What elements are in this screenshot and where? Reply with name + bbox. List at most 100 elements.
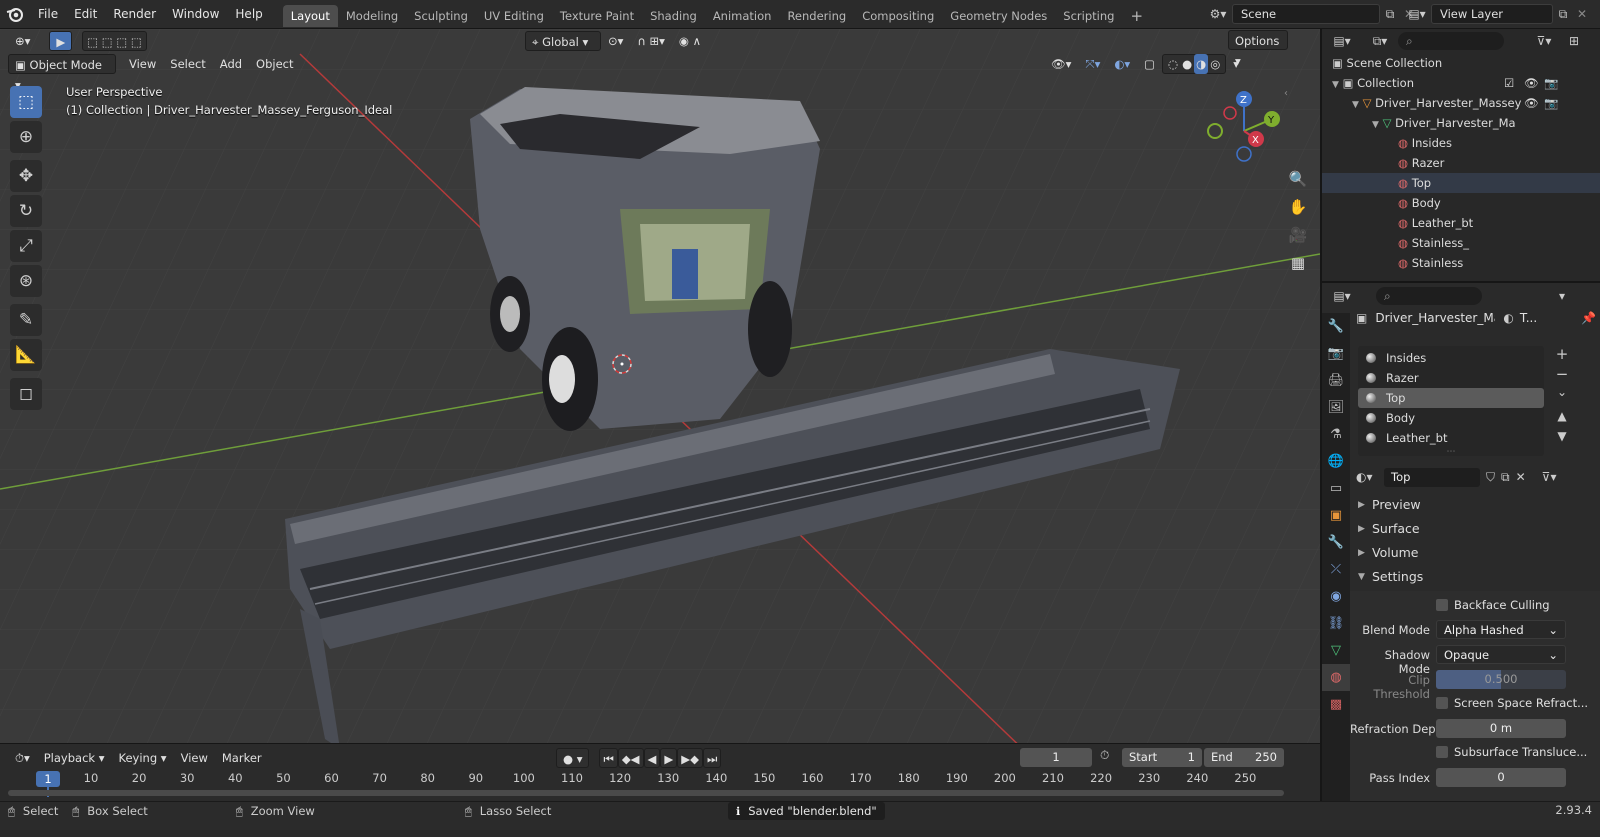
select-mode-icon[interactable]: ▶ — [49, 31, 73, 51]
collapse-sidebar-icon[interactable]: ‹ — [1284, 88, 1288, 99]
properties-editor-icon[interactable]: ▤▾ — [1322, 289, 1362, 303]
visibility-eye-icon[interactable]: 👁 — [1524, 73, 1539, 93]
render-camera-icon[interactable]: 📷 — [1544, 93, 1558, 113]
object-mode-dropdown[interactable]: ▣ Object Mode ▾ — [8, 54, 116, 92]
constraints-tab-icon[interactable]: ⛓ — [1322, 610, 1350, 637]
outliner-row-material[interactable]: ◍ Razer — [1322, 153, 1600, 173]
menu-select[interactable]: Select — [163, 54, 212, 74]
scene-tab-icon[interactable]: ⚗ — [1322, 421, 1350, 448]
add-slot-button[interactable]: + — [1550, 345, 1574, 365]
material-shading-icon[interactable]: ◑ — [1194, 54, 1209, 74]
3d-viewport[interactable]: ⊕▾ ▶ ⬚ ⬚ ⬚ ⬚ ⌖ Global ▾ ⊙▾ ∩ ⊞▾ ◉ ∧ Opti… — [0, 29, 1320, 756]
transform-tool-icon[interactable]: ⊛ — [10, 265, 42, 297]
material-slot-item[interactable]: Body — [1358, 408, 1544, 428]
scene-icon[interactable]: ⚙▾ — [1204, 7, 1232, 21]
outliner-search-input[interactable]: ⌕ — [1398, 32, 1504, 50]
outliner-row-scene-collection[interactable]: ▣ Scene Collection — [1322, 53, 1600, 73]
screen-space-refraction-checkbox[interactable]: Screen Space Refract... — [1436, 696, 1588, 710]
expand-arrow-icon[interactable]: ▼ — [1352, 100, 1359, 110]
particles-tab-icon[interactable]: ⤫ — [1322, 556, 1350, 583]
jump-keyframe-forward-icon[interactable]: ▶◆ — [677, 748, 703, 768]
refraction-depth-field[interactable]: 0 m — [1436, 719, 1566, 738]
material-tab-icon[interactable]: ◍ — [1322, 664, 1350, 691]
render-tab-icon[interactable]: 📷 — [1322, 340, 1350, 367]
new-view-layer-icon[interactable]: ⧉ — [1553, 7, 1573, 22]
scale-tool-icon[interactable]: ⤢ — [10, 230, 42, 262]
slot-specials-icon[interactable]: ⌄ — [1550, 385, 1574, 409]
outliner-row-material[interactable]: ◍ Top — [1322, 173, 1600, 193]
material-name-field[interactable]: Top — [1384, 467, 1480, 487]
outliner-editor-icon[interactable]: ▤▾ — [1322, 34, 1362, 48]
menu-object[interactable]: Object — [249, 54, 300, 74]
end-frame-field[interactable]: End 250 — [1204, 748, 1284, 767]
collection-tab-icon[interactable]: ▭ — [1322, 475, 1350, 502]
material-slot-item[interactable]: Insides — [1358, 348, 1544, 368]
render-camera-icon[interactable]: 📷 — [1544, 73, 1558, 93]
physics-tab-icon[interactable]: ◉ — [1322, 583, 1350, 610]
expand-arrow-icon[interactable]: ▼ — [1372, 120, 1379, 130]
menu-help[interactable]: Help — [227, 0, 270, 29]
list-resize-handle[interactable]: ⋯ — [1358, 448, 1544, 457]
tab-uv-editing[interactable]: UV Editing — [476, 5, 552, 27]
outliner-row-material[interactable]: ◍ Leather_bt — [1322, 213, 1600, 233]
editor-type-icon[interactable]: ⊕▾ — [8, 31, 37, 51]
blender-logo-icon[interactable] — [0, 0, 30, 29]
display-mode-icon[interactable]: ⧉▾ — [1362, 34, 1398, 49]
shadow-mode-dropdown[interactable]: Opaque ⌄ — [1436, 645, 1566, 664]
camera-view-icon[interactable]: 🎥 — [1284, 221, 1312, 249]
world-tab-icon[interactable]: 🌐 — [1322, 448, 1350, 475]
transform-orientation-dropdown[interactable]: ⌖ Global ▾ — [525, 31, 601, 51]
tab-scripting[interactable]: Scripting — [1055, 5, 1122, 27]
material-slot-item[interactable]: Leather_bt — [1358, 428, 1544, 448]
current-frame-field[interactable]: 1 — [1020, 748, 1092, 767]
playhead-marker[interactable]: 1 — [36, 771, 60, 787]
pan-hand-icon[interactable]: ✋ — [1284, 193, 1312, 221]
marker-menu[interactable]: Marker — [215, 748, 269, 768]
outliner-row-collection[interactable]: ▼ ▣ Collection ☑ 👁 📷 — [1322, 73, 1600, 93]
properties-options-icon[interactable]: ▾ — [1552, 289, 1572, 303]
panel-preview[interactable]: ▶ Preview — [1350, 493, 1600, 517]
move-slot-down-icon[interactable]: ▼ — [1550, 429, 1574, 449]
jump-keyframe-back-icon[interactable]: ◆◀ — [617, 748, 644, 768]
cursor-tool-icon[interactable]: ⊕ — [10, 121, 42, 153]
options-dropdown[interactable]: Options ▾ — [1228, 30, 1288, 68]
play-reverse-icon[interactable]: ◀ — [643, 748, 661, 768]
view-layer-icon[interactable]: ▤▾ — [1403, 7, 1431, 21]
selection-set-icon[interactable]: ⬚ ⬚ ⬚ ⬚ — [82, 31, 147, 51]
unlink-material-icon[interactable]: ✕ — [1516, 470, 1526, 484]
browse-material-icon[interactable]: ◐▾ — [1356, 470, 1384, 484]
jump-start-icon[interactable]: ⏮ — [599, 748, 618, 768]
tab-layout[interactable]: Layout — [282, 5, 338, 27]
tab-modeling[interactable]: Modeling — [338, 5, 406, 27]
move-tool-icon[interactable]: ✥ — [10, 160, 42, 192]
start-frame-field[interactable]: Start 1 — [1122, 748, 1202, 767]
view-layer-tab-icon[interactable]: 🖼 — [1322, 394, 1350, 421]
timeline-editor-icon[interactable]: ⏱▾ — [8, 748, 37, 768]
jump-end-icon[interactable]: ⏭ — [702, 748, 722, 768]
tab-animation[interactable]: Animation — [705, 5, 780, 27]
filter-icon[interactable]: ⊽▾ — [1524, 34, 1564, 48]
modifier-tab-icon[interactable]: 🔧 — [1322, 529, 1350, 556]
outliner-row-material[interactable]: ◍ Stainless_ — [1322, 233, 1600, 253]
proportional-edit-icon[interactable]: ◉ ∧ — [672, 31, 708, 51]
expand-arrow-icon[interactable]: ▼ — [1332, 80, 1339, 90]
solid-shading-icon[interactable]: ● — [1180, 54, 1194, 74]
add-cube-tool-icon[interactable]: ◻ — [10, 378, 42, 410]
tool-tab-icon[interactable]: 🔧 — [1322, 313, 1350, 340]
auto-keying-icon[interactable]: ● ▾ — [556, 748, 590, 768]
shading-options-icon[interactable]: ▾ — [1226, 54, 1246, 74]
add-workspace-button[interactable]: + — [1122, 5, 1151, 27]
menu-file[interactable]: File — [30, 0, 66, 29]
output-tab-icon[interactable]: 🖨 — [1322, 367, 1350, 394]
pin-icon[interactable]: 📌 — [1581, 311, 1596, 325]
rendered-shading-icon[interactable]: ◎ — [1208, 54, 1222, 74]
outliner-row-mesh-data[interactable]: ▼ ▽ Driver_Harvester_Ma — [1322, 113, 1600, 133]
material-filter-icon[interactable]: ⊽▾ — [1542, 470, 1557, 484]
tab-shading[interactable]: Shading — [642, 5, 705, 27]
timeline-ruler[interactable]: 1 10 20 30 40 50 60 70 80 90 100 110 120 130 140 150 16… — [0, 770, 1320, 800]
menu-add[interactable]: Add — [213, 54, 249, 74]
new-scene-icon[interactable]: ⧉ — [1380, 7, 1400, 22]
panel-surface[interactable]: ▶ Surface — [1350, 517, 1600, 541]
preview-range-clock-icon[interactable]: ⏱ — [1100, 748, 1109, 763]
panel-volume[interactable]: ▶ Volume — [1350, 541, 1600, 565]
